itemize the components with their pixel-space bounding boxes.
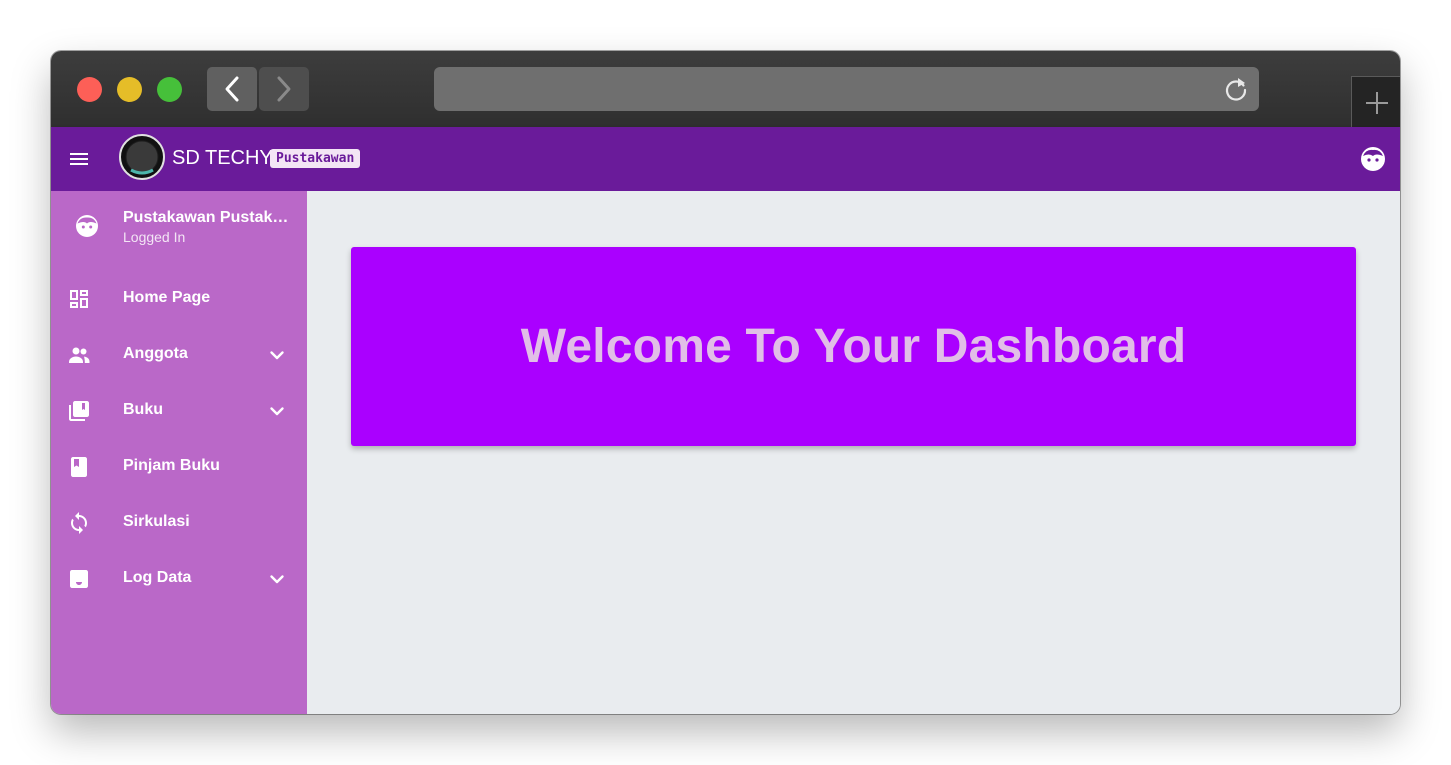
chevron-down-icon bbox=[270, 351, 284, 360]
plus-icon bbox=[1365, 91, 1388, 114]
dashboard-icon bbox=[70, 290, 88, 308]
people-icon bbox=[69, 347, 90, 363]
main-content: Welcome To Your Dashboard bbox=[307, 191, 1400, 714]
back-button[interactable] bbox=[207, 67, 257, 111]
browser-toolbar bbox=[51, 51, 1400, 128]
welcome-title: Welcome To Your Dashboard bbox=[520, 320, 1187, 373]
sidebar-item-label: Log Data bbox=[123, 569, 192, 586]
sidebar-item-pinjam-buku[interactable]: Pinjam Buku bbox=[51, 439, 307, 495]
reload-icon[interactable] bbox=[1223, 76, 1249, 102]
sidebar-item-buku[interactable]: Buku bbox=[51, 383, 307, 439]
chevron-down-icon bbox=[270, 575, 284, 584]
minimize-window-button[interactable] bbox=[117, 77, 142, 102]
sidebar-item-label: Sirkulasi bbox=[123, 513, 190, 530]
sync-icon bbox=[71, 512, 87, 534]
sidebar-item-sirkulasi[interactable]: Sirkulasi bbox=[51, 495, 307, 551]
sidebar-user[interactable]: Pustakawan Pustakawan Logged In bbox=[51, 191, 307, 263]
browser-window: SD TECHY Pustakawan Pustakawan Pustakawa… bbox=[51, 51, 1400, 714]
welcome-card: Welcome To Your Dashboard bbox=[351, 247, 1356, 446]
sidebar-item-home-page[interactable]: Home Page bbox=[51, 271, 307, 327]
sidebar-item-label: Pinjam Buku bbox=[123, 457, 220, 474]
address-bar[interactable] bbox=[434, 67, 1259, 111]
chevron-down-icon bbox=[270, 407, 284, 416]
close-window-button[interactable] bbox=[77, 77, 102, 102]
sidebar-item-label: Buku bbox=[123, 401, 163, 418]
face-icon[interactable] bbox=[1360, 146, 1386, 172]
role-badge: Pustakawan bbox=[270, 149, 361, 168]
maximize-window-button[interactable] bbox=[157, 77, 182, 102]
library-books-icon bbox=[69, 401, 89, 421]
school-logo bbox=[119, 134, 165, 180]
app-header: SD TECHY Pustakawan bbox=[51, 127, 1400, 191]
user-status: Logged In bbox=[123, 229, 186, 245]
sidebar: Pustakawan Pustakawan Logged In Home Pag… bbox=[51, 191, 307, 714]
menu-icon[interactable] bbox=[67, 147, 91, 171]
sidebar-item-label: Anggota bbox=[123, 345, 188, 362]
user-name: Pustakawan Pustakawan bbox=[123, 209, 291, 226]
forward-button[interactable] bbox=[259, 67, 309, 111]
book-icon bbox=[71, 457, 87, 477]
sidebar-item-label: Home Page bbox=[123, 289, 211, 306]
brand-name[interactable]: SD TECHY bbox=[172, 146, 273, 170]
new-tab-button[interactable] bbox=[1351, 76, 1400, 128]
chevron-right-icon bbox=[277, 76, 291, 102]
user-face-icon bbox=[76, 215, 98, 237]
sidebar-item-anggota[interactable]: Anggota bbox=[51, 327, 307, 383]
chevron-left-icon bbox=[225, 76, 239, 102]
logo-emblem-icon bbox=[125, 140, 159, 175]
inbox-icon bbox=[70, 570, 88, 588]
sidebar-item-log-data[interactable]: Log Data bbox=[51, 551, 307, 607]
